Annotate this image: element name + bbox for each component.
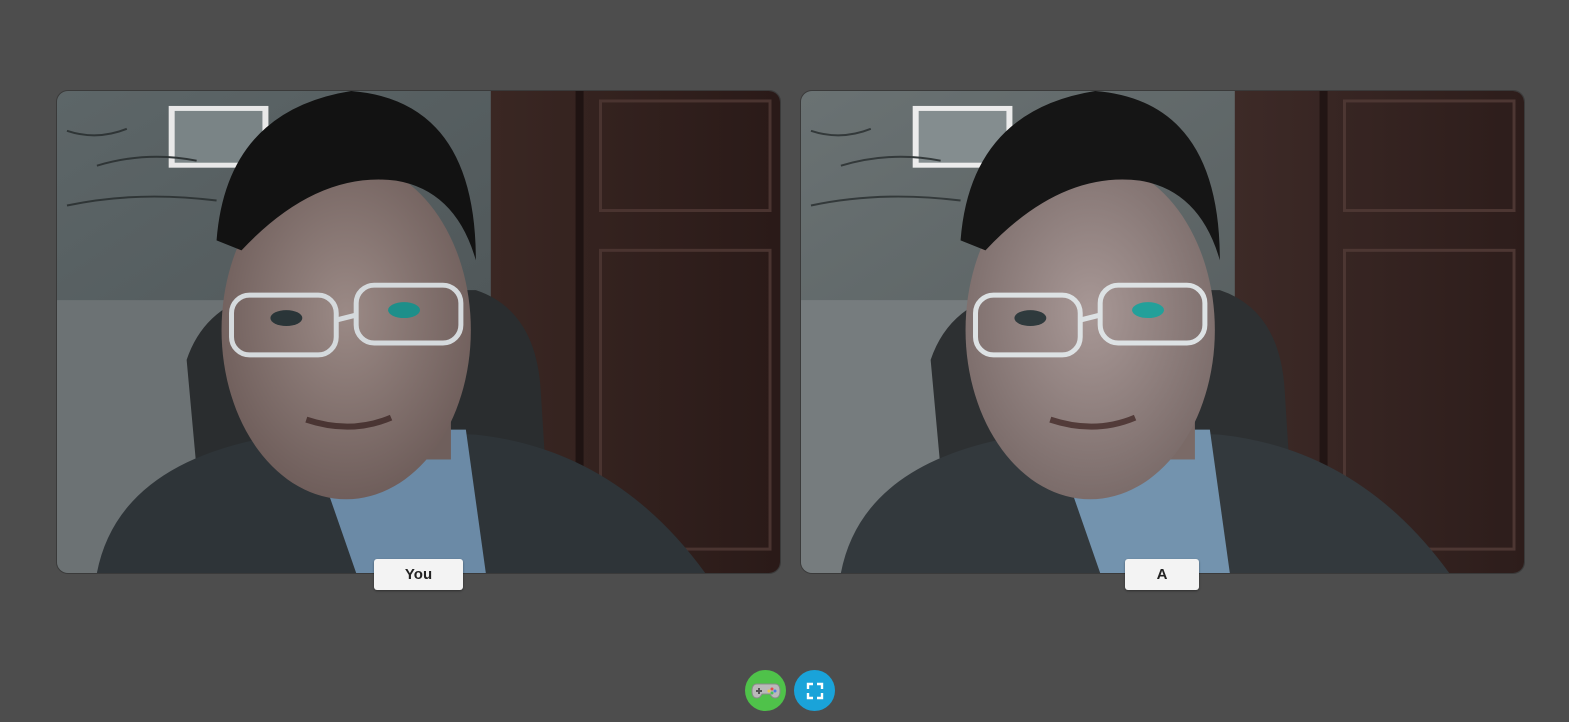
gamepad-icon bbox=[750, 683, 781, 699]
local-video-feed bbox=[57, 91, 780, 573]
local-participant-label: You bbox=[374, 559, 463, 590]
game-button[interactable] bbox=[745, 670, 786, 711]
local-video-tile bbox=[56, 90, 781, 574]
fullscreen-icon bbox=[806, 682, 823, 699]
remote-video-feed bbox=[801, 91, 1524, 573]
remote-participant-label: A bbox=[1125, 559, 1199, 590]
fullscreen-button[interactable] bbox=[794, 670, 835, 711]
video-call-stage: You A bbox=[0, 0, 1569, 722]
remote-video-tile bbox=[800, 90, 1525, 574]
